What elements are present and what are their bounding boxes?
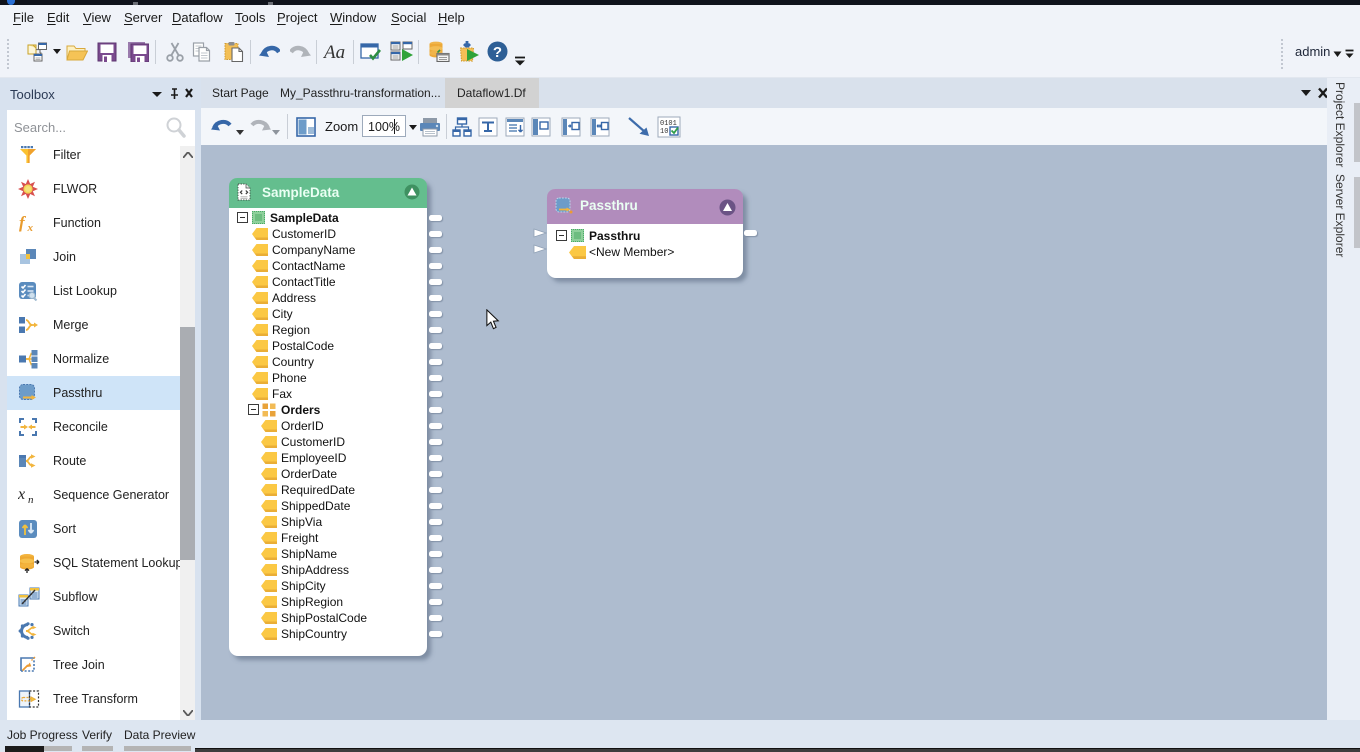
svg-text:x: x (27, 222, 34, 233)
svg-text:x: x (18, 486, 25, 503)
svg-text:10: 10 (660, 128, 668, 136)
svg-text:f: f (19, 213, 27, 232)
svg-text:n: n (28, 494, 34, 505)
svg-text:?: ? (493, 44, 502, 61)
